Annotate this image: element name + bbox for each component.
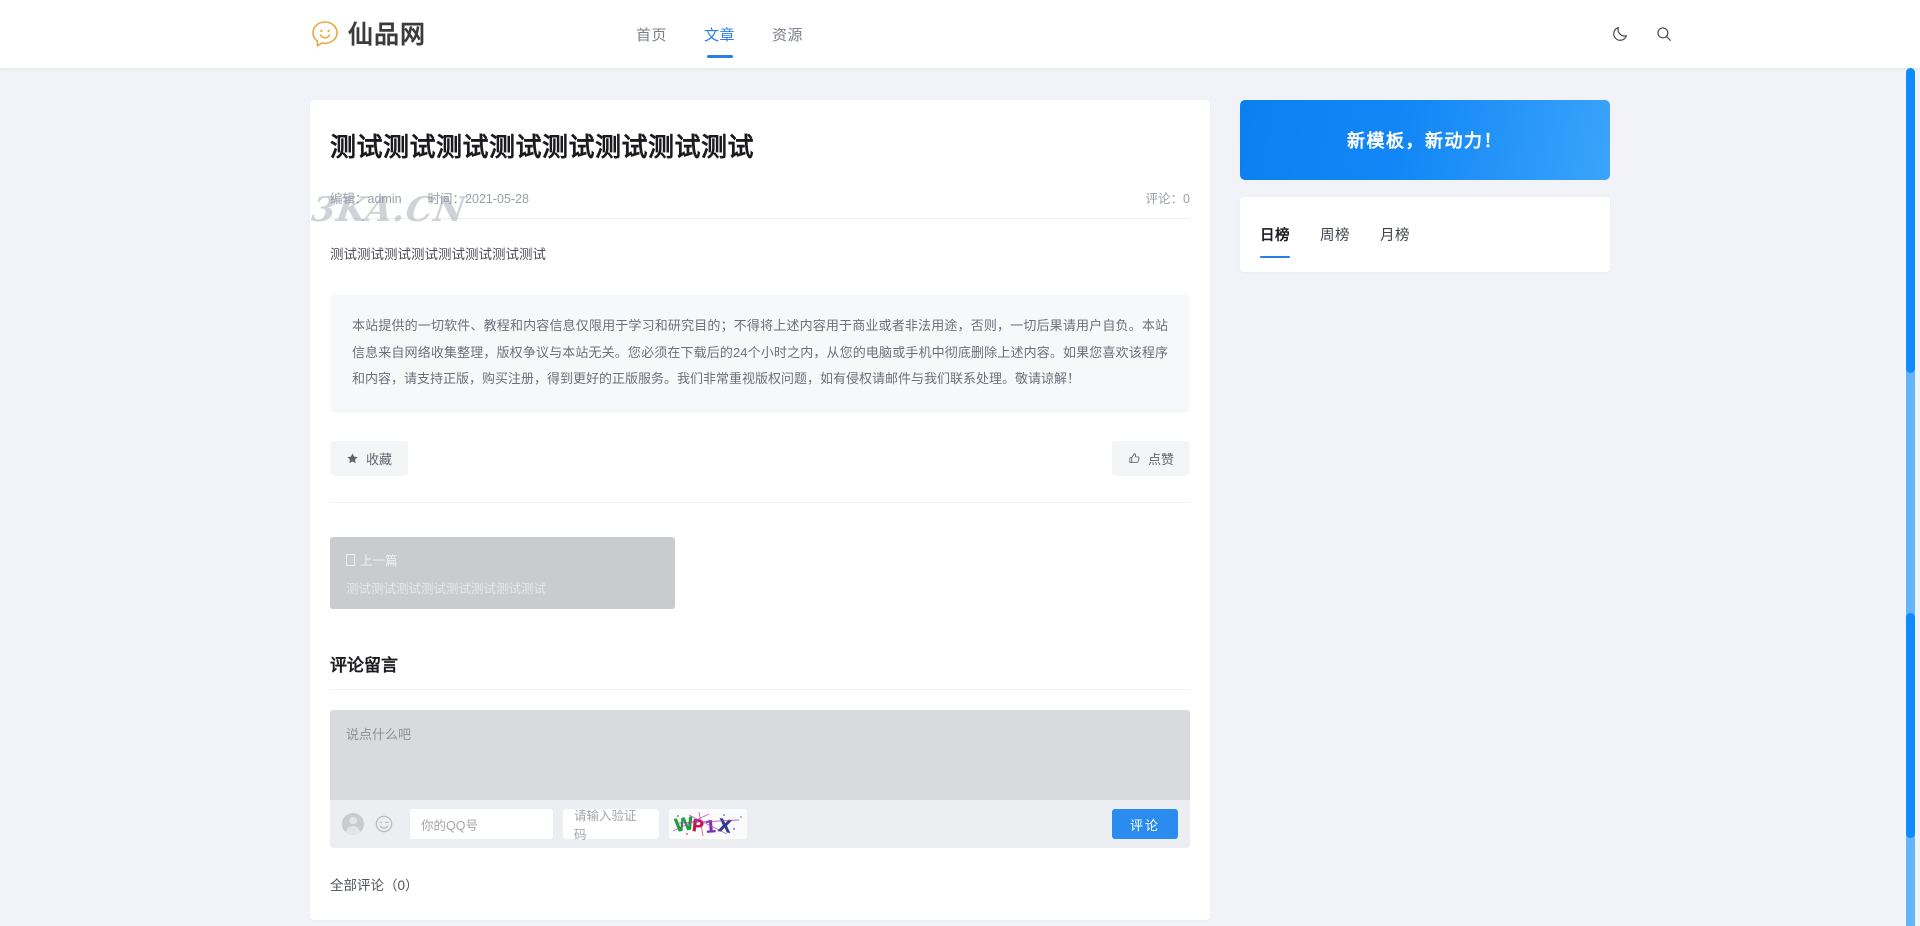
main-nav: 首页 文章 资源 [636,0,803,68]
promo-banner[interactable]: 新模板，新动力！ [1240,100,1610,180]
disclaimer-notice: 本站提供的一切软件、教程和内容信息仅限用于学习和研究目的；不得将上述内容用于商业… [330,295,1190,413]
comment-toolbar: 你的QQ号 请输入验证码 W P 1 X [330,800,1190,848]
like-button[interactable]: 点赞 [1112,441,1190,476]
chevron-left-icon [346,554,355,566]
user-avatar-icon [342,813,364,835]
prev-article-card[interactable]: 上一篇 测试测试测试测试测试测试测试测试 [330,537,675,609]
moon-icon[interactable] [1609,23,1631,45]
qq-input[interactable]: 你的QQ号 [410,809,553,839]
smiley-emoji-icon[interactable] [374,814,394,834]
article-meta-left: 编辑：admin 时间：2021-05-28 [330,188,529,207]
page-body: 测试测试测试测试测试测试测试测试 编辑：admin 时间：2021-05-28 … [0,68,1920,926]
article-comment-count: 评论：0 [1146,188,1190,207]
article-card: 测试测试测试测试测试测试测试测试 编辑：admin 时间：2021-05-28 … [310,100,1210,920]
scrollbar-thumb-lower[interactable] [1906,613,1915,838]
captcha-input[interactable]: 请输入验证码 [563,809,659,839]
ranking-card: 日榜 周榜 月榜 [1240,197,1610,272]
page-title: 测试测试测试测试测试测试测试测试 [330,132,1190,166]
comment-textarea[interactable]: 说点什么吧 [330,710,1190,800]
prev-article-label-text: 上一篇 [360,550,398,569]
logo-text: 仙品网 [348,22,426,47]
submit-comment-button[interactable]: 评论 [1112,809,1178,839]
search-icon[interactable] [1653,23,1675,45]
header-inner: 仙品网 首页 文章 资源 [0,0,1920,68]
page-scrollbar[interactable] [1906,68,1915,926]
article-nav-cards: 上一篇 测试测试测试测试测试测试测试测试 [330,537,1190,609]
article-meta: 编辑：admin 时间：2021-05-28 评论：0 [330,188,1190,219]
all-comments-header: 全部评论（0） [330,874,1190,894]
comment-heading: 评论留言 [330,651,1190,676]
nav-item-home[interactable]: 首页 [636,0,667,68]
site-header: 仙品网 首页 文章 资源 [0,0,1920,68]
article-author: 编辑：admin [330,188,402,207]
scrollbar-track[interactable] [1906,68,1915,926]
smiley-chat-bubble-icon [310,19,340,49]
scrollbar-thumb-upper[interactable] [1906,68,1915,373]
nav-item-articles[interactable]: 文章 [704,0,735,68]
favorite-button[interactable]: 收藏 [330,441,408,476]
tab-weekly-rank[interactable]: 周榜 [1320,197,1350,272]
article-date: 时间：2021-05-28 [428,188,529,207]
prev-article-title: 测试测试测试测试测试测试测试测试 [346,578,659,597]
header-actions [1609,23,1675,45]
tab-monthly-rank[interactable]: 月榜 [1380,197,1410,272]
comment-form: 说点什么吧 你的QQ号 请输入验证码 [330,689,1190,848]
nav-item-resources[interactable]: 资源 [772,0,803,68]
prev-article-label: 上一篇 [346,550,659,569]
site-logo[interactable]: 仙品网 [310,19,426,49]
favorite-label: 收藏 [366,449,392,468]
star-icon [346,452,359,465]
thumbs-up-icon [1128,452,1141,465]
article-excerpt: 测试测试测试测试测试测试测试测试 [330,243,1190,267]
article-action-row: 收藏 点赞 [330,441,1190,503]
ranking-tabs: 日榜 周榜 月榜 [1260,197,1410,272]
like-label: 点赞 [1148,449,1174,468]
content-container: 测试测试测试测试测试测试测试测试 编辑：admin 时间：2021-05-28 … [310,68,1610,920]
comment-section: 评论留言 说点什么吧 你的QQ号 [330,651,1190,894]
tab-daily-rank[interactable]: 日榜 [1260,197,1290,272]
sidebar: 新模板，新动力！ 日榜 周榜 月榜 [1240,100,1610,272]
captcha-image[interactable]: W P 1 X [669,809,747,839]
